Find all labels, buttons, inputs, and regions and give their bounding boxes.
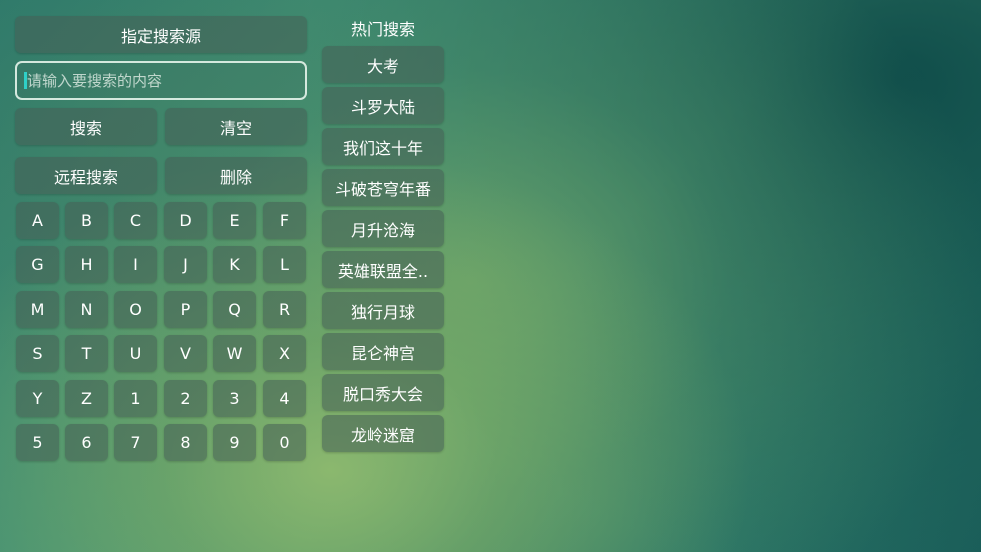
key-U[interactable]: U [114,335,157,372]
key-K[interactable]: K [213,246,256,283]
key-L[interactable]: L [263,246,306,283]
key-Z[interactable]: Z [65,380,108,417]
remote-search-label: 远程搜索 [53,167,118,187]
key-6[interactable]: 6 [65,424,108,461]
key-P[interactable]: P [164,291,207,328]
hot-search-title: 热门搜索 [350,20,415,39]
key-0[interactable]: 0 [263,424,306,461]
key-V[interactable]: V [164,335,207,372]
key-T[interactable]: T [65,335,108,372]
hot-search-item[interactable]: 我们这十年 [322,128,444,165]
key-D[interactable]: D [164,202,207,239]
search-button-label: 搜索 [69,118,102,138]
delete-button-label: 删除 [219,167,252,187]
source-select-label: 指定搜索源 [120,26,201,46]
key-I[interactable]: I [114,246,157,283]
key-F[interactable]: F [263,202,306,239]
key-W[interactable]: W [213,335,256,372]
key-A[interactable]: A [16,202,59,239]
key-8[interactable]: 8 [164,424,207,461]
hot-search-item[interactable]: 龙岭迷窟 [322,415,444,452]
key-9[interactable]: 9 [213,424,256,461]
key-1[interactable]: 1 [114,380,157,417]
hot-search-item[interactable]: 独行月球 [322,292,444,329]
key-O[interactable]: O [114,291,157,328]
key-B[interactable]: B [65,202,108,239]
search-field[interactable] [15,61,307,100]
key-4[interactable]: 4 [263,380,306,417]
clear-button[interactable]: 清空 [165,108,307,145]
key-S[interactable]: S [16,335,59,372]
hot-search-item[interactable]: 斗破苍穹年番 [322,169,444,206]
key-2[interactable]: 2 [164,380,207,417]
key-C[interactable]: C [114,202,157,239]
hot-search-item[interactable]: 月升沧海 [322,210,444,247]
hot-search-item[interactable]: 脱口秀大会 [322,374,444,411]
hot-search-item[interactable]: 昆仑神宫 [322,333,444,370]
hot-search-item[interactable]: 大考 [322,46,444,83]
search-button[interactable]: 搜索 [15,108,157,145]
key-5[interactable]: 5 [16,424,59,461]
key-Y[interactable]: Y [16,380,59,417]
key-N[interactable]: N [65,291,108,328]
delete-button[interactable]: 删除 [165,157,307,194]
clear-button-label: 清空 [219,118,252,138]
key-J[interactable]: J [164,246,207,283]
key-M[interactable]: M [16,291,59,328]
key-Q[interactable]: Q [213,291,256,328]
key-E[interactable]: E [213,202,256,239]
key-G[interactable]: G [16,246,59,283]
key-3[interactable]: 3 [213,380,256,417]
key-X[interactable]: X [263,335,306,372]
key-H[interactable]: H [65,246,108,283]
source-select-button[interactable]: 指定搜索源 [15,16,307,53]
hot-search-item[interactable]: 斗罗大陆 [322,87,444,124]
key-R[interactable]: R [263,291,306,328]
search-input[interactable] [27,71,297,90]
hot-search-item[interactable]: 英雄联盟全.. [322,251,444,288]
remote-search-button[interactable]: 远程搜索 [15,157,157,194]
key-7[interactable]: 7 [114,424,157,461]
